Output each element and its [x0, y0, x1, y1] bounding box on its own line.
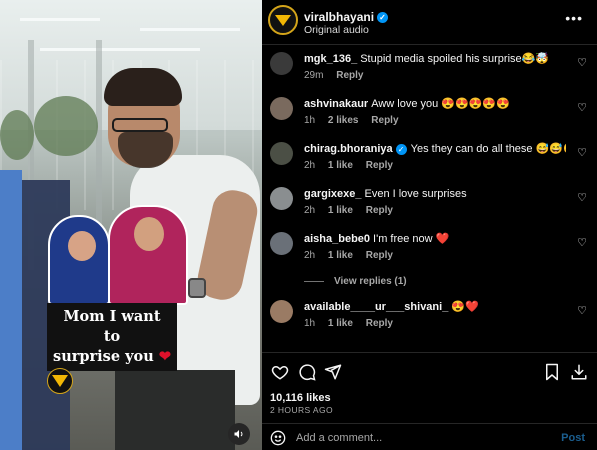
comment-text: ashvinakaur Aww love you 😍😍😍😍😍	[304, 98, 510, 110]
comment-username[interactable]: aisha_bebe0	[304, 233, 370, 245]
speaker-icon[interactable]	[228, 423, 250, 445]
wristwatch	[188, 278, 206, 298]
commenter-avatar[interactable]	[270, 232, 293, 255]
post-header: viralbhayani ✓ Original audio •••	[262, 0, 597, 45]
comment-text: mgk_136_ Stupid media spoiled his surpris…	[304, 53, 550, 65]
add-comment-bar: Post	[262, 423, 597, 450]
bystander-blue-shirt	[0, 170, 22, 450]
caption-line-1: Mom I want to	[63, 308, 161, 345]
reel-video[interactable]: Mom I want to surprise you ❤	[0, 0, 262, 450]
verified-badge-icon: ✓	[377, 12, 389, 24]
post-actions: 10,116 likes 2 HOURS AGO Post	[262, 352, 597, 450]
comment-text: aisha_bebe0 I'm free now ❤️	[304, 233, 450, 245]
verified-badge-icon: ✓	[395, 143, 407, 155]
comment-meta: 2h 1 like Reply	[304, 250, 403, 261]
emoji-icon[interactable]	[270, 430, 286, 450]
comment-username[interactable]: available____ur___shivani_	[304, 301, 448, 313]
share-icon[interactable]	[323, 362, 343, 382]
more-horizontal-icon[interactable]: •••	[565, 10, 583, 26]
likes-count[interactable]: 10,116 likes	[270, 392, 331, 404]
comment-text: chirag.bhoraniya ✓ Yes they can do all the…	[304, 143, 566, 155]
like-comment-heart-icon[interactable]: ♡	[577, 146, 587, 159]
comment-likes[interactable]: 1 like	[328, 205, 353, 216]
post-panel: viralbhayani ✓ Original audio ••• mgk_136…	[262, 0, 597, 450]
add-comment-input[interactable]	[296, 430, 526, 446]
comment-meta: 29m Reply	[304, 70, 373, 81]
heart-emoji: ❤	[158, 348, 171, 365]
video-caption: Mom I want to surprise you ❤	[47, 303, 177, 371]
reply-button[interactable]: Reply	[366, 160, 393, 171]
like-comment-heart-icon[interactable]: ♡	[577, 191, 587, 204]
bookmark-icon[interactable]	[542, 362, 562, 382]
caption-line-2: surprise you ❤	[53, 348, 171, 365]
sticker-woman	[48, 215, 110, 305]
comments-list[interactable]: mgk_136_ Stupid media spoiled his surpris…	[262, 46, 597, 351]
comment-meta: 2h 1 like Reply	[304, 205, 403, 216]
download-icon[interactable]	[569, 362, 589, 382]
comment-time[interactable]: 1h	[304, 318, 315, 329]
reply-button[interactable]: Reply	[366, 250, 393, 261]
ceiling-light	[40, 48, 200, 51]
comment-text: gargixexe_ Even I love surprises	[304, 188, 467, 200]
commenter-avatar[interactable]	[270, 187, 293, 210]
like-comment-heart-icon[interactable]: ♡	[577, 101, 587, 114]
photo-sticker	[48, 205, 188, 305]
sticker-man	[108, 205, 188, 305]
comment-time[interactable]: 1h	[304, 115, 315, 126]
audio-label[interactable]: Original audio	[304, 24, 369, 36]
reply-button[interactable]: Reply	[366, 318, 393, 329]
commenter-avatar[interactable]	[270, 97, 293, 120]
profile-avatar[interactable]	[268, 5, 298, 35]
comment-meta: 1h 2 likes Reply	[304, 115, 409, 126]
commenter-avatar[interactable]	[270, 52, 293, 75]
tree	[0, 110, 34, 160]
comment-likes[interactable]: 1 like	[328, 318, 353, 329]
man-hair	[104, 68, 182, 106]
comment-username[interactable]: ashvinakaur	[304, 98, 368, 110]
view-replies-button[interactable]: View replies (1)	[304, 276, 407, 287]
commenter-avatar[interactable]	[270, 142, 293, 165]
comment-likes[interactable]: 1 like	[328, 250, 353, 261]
sticker-woman-face	[68, 231, 96, 261]
comment-meta: 1h 1 like Reply	[304, 318, 403, 329]
comment-username[interactable]: gargixexe_	[304, 188, 361, 200]
comment-username[interactable]: chirag.bhoraniya	[304, 143, 393, 155]
comment-icon[interactable]	[297, 362, 317, 382]
sticker-man-face	[134, 217, 164, 251]
comment-time[interactable]: 2h	[304, 250, 315, 261]
man-pants	[115, 370, 235, 450]
ceiling-light	[20, 18, 100, 21]
comment-username[interactable]: mgk_136_	[304, 53, 357, 65]
comment-meta: 2h 1 like Reply	[304, 160, 403, 171]
comment-time[interactable]: 2h	[304, 205, 315, 216]
comment-time[interactable]: 2h	[304, 160, 315, 171]
eyeglasses	[112, 118, 168, 132]
post-comment-button[interactable]: Post	[561, 432, 585, 444]
ceiling-light	[140, 28, 240, 31]
commenter-avatar[interactable]	[270, 300, 293, 323]
viral-bhayani-logo	[47, 368, 73, 394]
like-comment-heart-icon[interactable]: ♡	[577, 236, 587, 249]
comment-text: available____ur___shivani_ 😍❤️	[304, 301, 479, 313]
reply-button[interactable]: Reply	[371, 115, 398, 126]
reply-button[interactable]: Reply	[366, 205, 393, 216]
comment-likes[interactable]: 1 like	[328, 160, 353, 171]
tree	[34, 96, 98, 156]
comment-likes[interactable]: 2 likes	[328, 115, 359, 126]
comment-time[interactable]: 29m	[304, 70, 323, 81]
post-timestamp[interactable]: 2 HOURS AGO	[270, 405, 333, 415]
reply-button[interactable]: Reply	[336, 70, 363, 81]
heart-icon[interactable]	[270, 362, 290, 382]
like-comment-heart-icon[interactable]: ♡	[577, 304, 587, 317]
post-username[interactable]: viralbhayani ✓	[304, 10, 389, 24]
like-comment-heart-icon[interactable]: ♡	[577, 56, 587, 69]
